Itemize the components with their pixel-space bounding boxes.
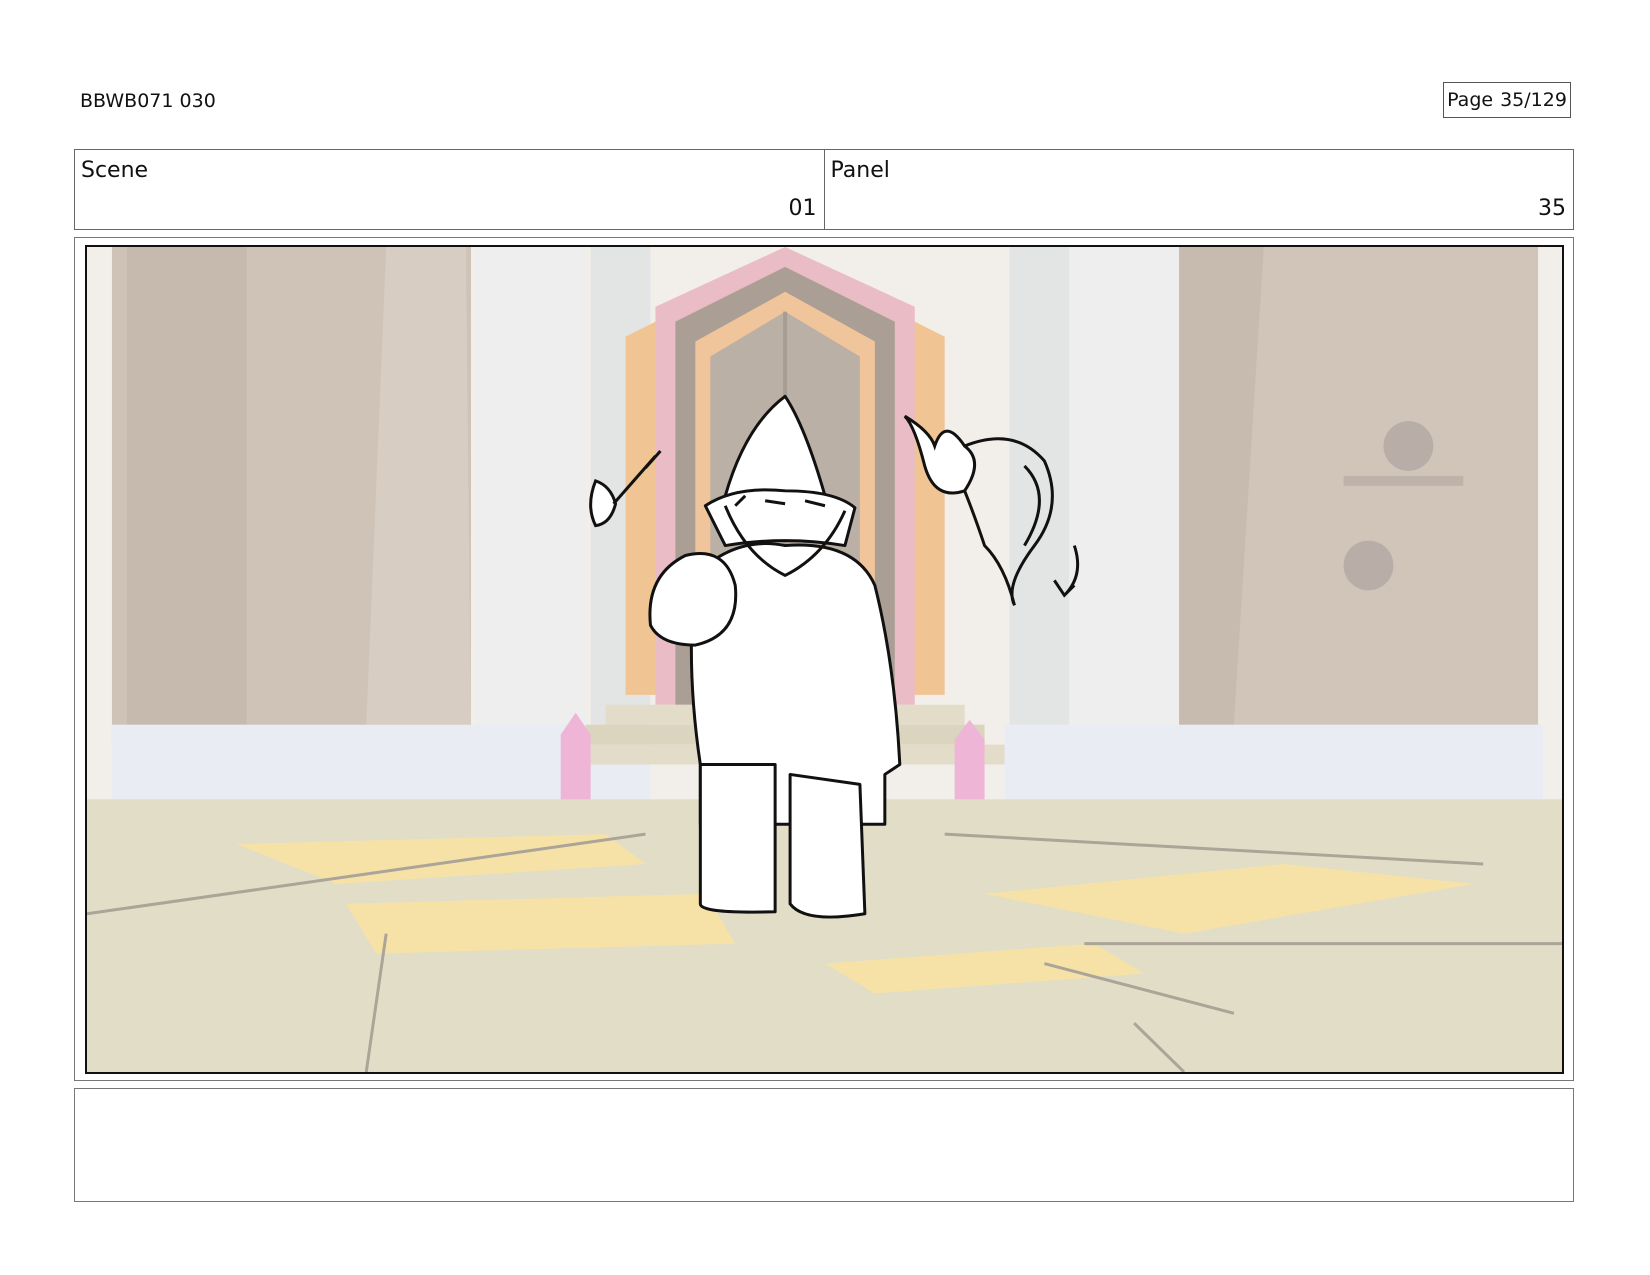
scene-panel-row: Scene 01 Panel 35: [74, 149, 1574, 230]
storyboard-image: [85, 245, 1564, 1074]
notes-box: [74, 1088, 1574, 1202]
page-number: 35/129: [1500, 89, 1567, 111]
page-label: Page: [1447, 89, 1494, 111]
scene-label: Scene: [81, 158, 149, 183]
panel-label: Panel: [830, 158, 890, 183]
scene-number: 01: [788, 196, 817, 221]
panel-cell: Panel 35: [823, 150, 1574, 229]
production-id: BBWB071 030: [80, 90, 216, 112]
panel-number: 35: [1538, 196, 1566, 221]
storyboard-drawing: [87, 247, 1562, 1072]
page-indicator: Page 35/129: [1443, 82, 1571, 118]
scene-cell: Scene 01: [75, 150, 824, 229]
